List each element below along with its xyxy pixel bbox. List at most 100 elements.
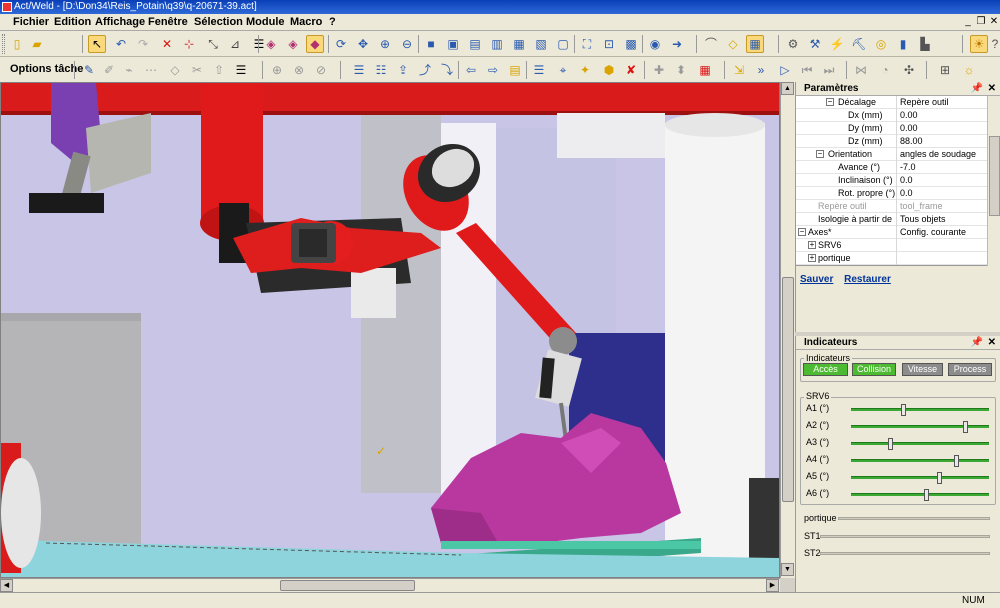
prop-row-portique[interactable]: + portique bbox=[796, 252, 987, 265]
paint-alt-icon[interactable]: ◈ bbox=[284, 35, 302, 53]
child-minimize-icon[interactable]: _ bbox=[962, 16, 974, 28]
scroll-left-icon[interactable]: ◀ bbox=[0, 579, 13, 592]
expand-icon[interactable]: + bbox=[808, 241, 816, 249]
toolbar-grip[interactable] bbox=[2, 34, 5, 54]
sim-back-icon[interactable]: ⏮ bbox=[798, 61, 816, 79]
prop-row-decalage[interactable]: − Décalage Repère outil bbox=[796, 96, 987, 109]
menu-fenetre[interactable]: Fenêtre bbox=[148, 16, 188, 28]
viewport-horizontal-scrollbar[interactable]: ◀ ▶ bbox=[0, 578, 780, 592]
lamp-small-icon[interactable]: ☼ bbox=[960, 61, 978, 79]
table-icon[interactable]: ☰ bbox=[232, 61, 250, 79]
close-icon[interactable]: ✕ bbox=[988, 82, 996, 96]
menu-affichage[interactable]: Affichage bbox=[95, 16, 145, 28]
move-down-icon[interactable]: ☰ bbox=[350, 61, 368, 79]
pin-icon[interactable]: 📌 bbox=[971, 336, 983, 350]
pan-icon[interactable]: ✥ bbox=[354, 35, 372, 53]
grid-icon[interactable]: ▦ bbox=[746, 35, 764, 53]
redo-icon[interactable]: ↷ bbox=[134, 35, 152, 53]
arrow-left-icon[interactable]: ⇦ bbox=[462, 61, 480, 79]
move-up-icon[interactable]: ⊘ bbox=[312, 61, 330, 79]
fit-all-icon[interactable]: ⛶ bbox=[578, 35, 596, 53]
paint-icon[interactable]: ◈ bbox=[262, 35, 280, 53]
link-icon[interactable]: ⤡ bbox=[204, 35, 222, 53]
record-icon[interactable]: ➜ bbox=[668, 35, 686, 53]
select-arrow-icon[interactable]: ↖ bbox=[88, 35, 106, 53]
cut-point-icon[interactable]: ✕ bbox=[158, 35, 176, 53]
prop-row-rot-propre[interactable]: Rot. propre (°) 0.0 bbox=[796, 187, 987, 200]
frame-xyz-icon[interactable]: ⤴ bbox=[416, 61, 434, 79]
menu-macro[interactable]: Macro bbox=[290, 16, 322, 28]
property-grid-scrollbar[interactable] bbox=[987, 96, 1000, 266]
stop-icon[interactable]: ▦ bbox=[696, 61, 714, 79]
export-icon[interactable]: ⇪ bbox=[394, 61, 412, 79]
clipboard-icon[interactable]: ▤ bbox=[506, 61, 524, 79]
scroll-down-icon[interactable]: ▼ bbox=[781, 563, 794, 576]
cut-icon[interactable]: ✚ bbox=[650, 61, 668, 79]
collapse-icon[interactable]: − bbox=[816, 150, 824, 158]
tool-icon[interactable]: ⚒ bbox=[806, 35, 824, 53]
wand-icon[interactable]: ✐ bbox=[100, 61, 118, 79]
play-icon[interactable]: ▷ bbox=[776, 61, 794, 79]
sauver-link[interactable]: Sauver bbox=[800, 274, 833, 285]
open-folder-icon[interactable]: ▰ bbox=[28, 35, 46, 53]
robot-icon[interactable]: ⚙ bbox=[784, 35, 802, 53]
options-tache-label[interactable]: Options tâche bbox=[10, 63, 83, 75]
prop-row-avance[interactable]: Avance (°) -7.0 bbox=[796, 161, 987, 174]
cross-icon[interactable]: ✘ bbox=[622, 61, 640, 79]
geometry-icon[interactable]: ⊿ bbox=[226, 35, 244, 53]
teach-icon[interactable]: ⇲ bbox=[730, 61, 748, 79]
list-remove-icon[interactable]: ⊗ bbox=[290, 61, 308, 79]
tag-icon[interactable]: ✎ bbox=[80, 61, 98, 79]
viewport-vertical-scrollbar[interactable]: ▲ ▼ bbox=[780, 82, 795, 578]
cable-icon[interactable]: ◎ bbox=[872, 35, 890, 53]
expand-icon[interactable]: + bbox=[808, 254, 816, 262]
split-icon[interactable]: ✂ bbox=[188, 61, 206, 79]
child-close-icon[interactable]: ✕ bbox=[988, 16, 1000, 28]
render-icon[interactable]: ▩ bbox=[622, 35, 640, 53]
menu-fichier[interactable]: Fichier bbox=[13, 16, 49, 28]
menu-help[interactable]: ? bbox=[329, 16, 336, 28]
child-restore-icon[interactable]: ❐ bbox=[975, 16, 987, 28]
restaurer-link[interactable]: Restaurer bbox=[844, 274, 891, 285]
cube-side-icon[interactable]: ▤ bbox=[466, 35, 484, 53]
vertical-scroll-thumb[interactable] bbox=[782, 277, 794, 502]
3d-viewport[interactable]: ✓ bbox=[0, 82, 780, 578]
help-icon[interactable]: ? bbox=[986, 35, 1000, 53]
pin-icon[interactable]: 📌 bbox=[971, 82, 983, 96]
prop-row-axes[interactable]: − Axes* Config. courante bbox=[796, 226, 987, 239]
scroll-up-icon[interactable]: ▲ bbox=[781, 82, 794, 95]
close-icon[interactable]: ✕ bbox=[988, 336, 996, 350]
axis-icon[interactable]: ✣ bbox=[900, 61, 918, 79]
rotate-icon[interactable]: ⟳ bbox=[332, 35, 350, 53]
step-icon[interactable]: » bbox=[752, 61, 770, 79]
measure-icon[interactable]: ⊞ bbox=[936, 61, 954, 79]
frame-icon[interactable]: ⊹ bbox=[180, 35, 198, 53]
collision-icon[interactable]: ⋈ bbox=[852, 61, 870, 79]
collapse-icon[interactable]: − bbox=[798, 228, 806, 236]
prop-row-inclinaison[interactable]: Inclinaison (°) 0.0 bbox=[796, 174, 987, 187]
cube-wire-icon[interactable]: ▢ bbox=[554, 35, 572, 53]
list-add-icon[interactable]: ⊕ bbox=[268, 61, 286, 79]
arc-icon[interactable]: ⌒ bbox=[702, 35, 720, 53]
prop-row-dz[interactable]: Dz (mm) 88.00 bbox=[796, 135, 987, 148]
cube-top-icon[interactable]: ▣ bbox=[444, 35, 462, 53]
sort-icon[interactable]: ⤵ bbox=[438, 61, 456, 79]
point-edit-icon[interactable]: ◇ bbox=[166, 61, 184, 79]
weld-torch-icon[interactable]: ✦ bbox=[576, 61, 594, 79]
prop-row-dy[interactable]: Dy (mm) 0.00 bbox=[796, 122, 987, 135]
align-icon[interactable]: ⇧ bbox=[210, 61, 228, 79]
vitesse-indicator[interactable]: Vitesse bbox=[902, 363, 943, 376]
process-indicator[interactable]: Process bbox=[948, 363, 992, 376]
undo-icon[interactable]: ↶ bbox=[112, 35, 130, 53]
camera-icon[interactable]: ◉ bbox=[646, 35, 664, 53]
prop-row-isologie[interactable]: Isologie à partir de Tous objets bbox=[796, 213, 987, 226]
collision-indicator[interactable]: Collision bbox=[852, 363, 896, 376]
sim-forward-icon[interactable]: ⏭ bbox=[820, 61, 838, 79]
cube-bottom-icon[interactable]: ▧ bbox=[532, 35, 550, 53]
probe-icon[interactable]: ⬢ bbox=[600, 61, 618, 79]
magnet-icon[interactable]: ▮ bbox=[894, 35, 912, 53]
reach-icon[interactable]: ⌖ bbox=[554, 61, 572, 79]
acces-indicator[interactable]: Accès bbox=[803, 363, 848, 376]
eraser-icon[interactable]: ◇ bbox=[724, 35, 742, 53]
property-scroll-thumb[interactable] bbox=[989, 136, 1000, 216]
